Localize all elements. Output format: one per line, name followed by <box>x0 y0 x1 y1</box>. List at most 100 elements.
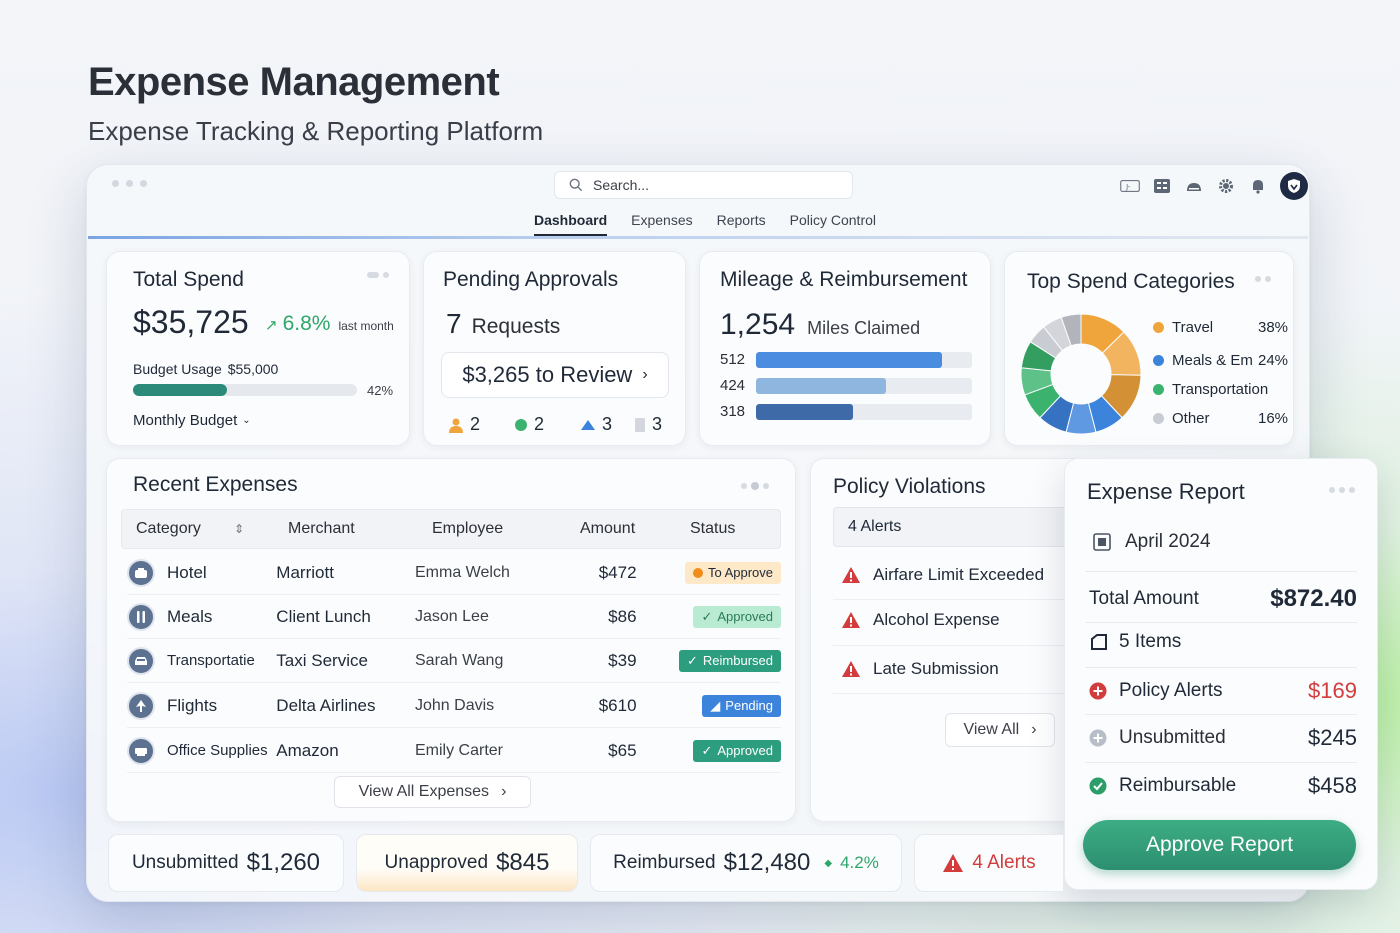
report-reimbursable[interactable]: Reimbursable $458 <box>1089 773 1357 799</box>
row-merchant: Client Lunch <box>276 606 371 626</box>
row-category: Flights <box>167 695 218 715</box>
total-spend-change: 6.8% <box>282 312 331 335</box>
window-controls[interactable] <box>112 180 147 187</box>
report-unsubmitted[interactable]: Unsubmitted $245 <box>1089 725 1357 751</box>
row-amount: $86 <box>608 606 637 626</box>
review-button[interactable]: $3,265 to Review › <box>441 352 669 398</box>
total-spend-menu[interactable] <box>367 272 389 278</box>
status-badge[interactable]: ◢ Pending <box>702 694 782 717</box>
row-merchant: Marriott <box>276 562 334 582</box>
tab-dashboard[interactable]: Dashboard <box>534 212 608 236</box>
categories-title: Top Spend Categories <box>1027 270 1235 293</box>
check-icon: ✓ <box>701 742 713 758</box>
plus-circle-icon <box>1089 729 1107 747</box>
chevron-right-icon: › <box>501 783 507 800</box>
gear-icon[interactable] <box>1216 176 1236 196</box>
box-icon <box>1091 634 1107 650</box>
table-row[interactable]: Flights Delta Airlines John Davis $610 ◢ Pend… <box>127 684 782 728</box>
bell-icon[interactable] <box>1248 176 1268 196</box>
counter-person: 2 <box>448 414 480 435</box>
plane-icon <box>127 691 155 720</box>
table-row[interactable]: Hotel Marriott Emma Welch $472 To Approve <box>127 551 782 595</box>
calendar-icon <box>1093 533 1111 551</box>
total-spend-title: Total Spend <box>133 268 244 291</box>
col-merchant[interactable]: Merchant <box>288 520 432 538</box>
pending-count-label: Requests <box>471 315 561 338</box>
page-title: Expense Management <box>88 60 500 104</box>
report-policy-alerts[interactable]: Policy Alerts $169 <box>1089 678 1357 704</box>
col-category[interactable]: Category <box>122 520 234 538</box>
stat-unsubmitted[interactable]: Unsubmitted $1,260 <box>108 834 344 892</box>
col-employee[interactable]: Employee <box>432 520 580 538</box>
budget-dropdown[interactable]: Monthly Budget ⌄ <box>133 412 251 429</box>
approve-report-button[interactable]: Approve Report <box>1083 820 1356 870</box>
row-employee: Jason Lee <box>415 607 489 625</box>
cloud-icon[interactable] <box>1184 176 1204 196</box>
status-badge[interactable]: ✓ Approved <box>693 605 782 628</box>
status-badge[interactable]: ✓ Approved <box>693 739 782 762</box>
grid-icon[interactable] <box>1152 176 1172 196</box>
row-amount: $39 <box>608 650 637 670</box>
categories-menu[interactable] <box>1255 276 1271 282</box>
page-subtitle: Expense Tracking & Reporting Platform <box>88 116 544 146</box>
mileage-bar-2: 424 <box>720 377 972 394</box>
violations-title: Policy Violations <box>833 475 986 498</box>
col-amount[interactable]: Amount <box>580 520 690 538</box>
budget-label: Budget Usage <box>133 361 222 377</box>
view-all-expenses-button[interactable]: View All Expenses › <box>334 776 531 808</box>
counter-triangle: 3 <box>580 414 612 435</box>
main-nav: Dashboard Expenses Reports Policy Contro… <box>534 212 876 236</box>
table-row[interactable]: Transportatie Taxi Service Sarah Wang $39 ✓ R… <box>127 639 782 683</box>
pending-title: Pending Approvals <box>443 268 619 291</box>
search-input[interactable]: Search... <box>554 171 853 199</box>
search-icon <box>569 178 583 192</box>
stat-alerts[interactable]: 4 Alerts <box>914 834 1064 892</box>
check-icon: ✓ <box>701 608 713 624</box>
violation-alcohol[interactable]: Alcohol Expense <box>841 610 1000 630</box>
tab-reports[interactable]: Reports <box>717 212 766 228</box>
report-total: Total Amount $872.40 <box>1089 585 1357 612</box>
violation-late[interactable]: Late Submission <box>841 659 999 679</box>
tab-policy-control[interactable]: Policy Control <box>790 212 876 228</box>
row-category: Hotel <box>167 562 207 582</box>
alerts-count: 4 Alerts <box>833 507 1073 547</box>
violation-airfare[interactable]: Airfare Limit Exceeded <box>841 565 1044 585</box>
printer-icon <box>127 736 155 765</box>
report-menu[interactable] <box>1329 487 1355 493</box>
col-status[interactable]: Status <box>690 520 735 538</box>
status-badge[interactable]: To Approve <box>684 561 782 584</box>
pending-icon: ◢ <box>710 697 721 713</box>
legend-travel: Travel 38% <box>1153 319 1288 336</box>
table-row[interactable]: Meals Client Lunch Jason Lee $86 ✓ Approved <box>127 595 782 639</box>
tab-expenses[interactable]: Expenses <box>631 212 692 228</box>
view-all-violations-button[interactable]: View All › <box>945 713 1055 747</box>
table-header: Category ⇕ Merchant Employee Amount Stat… <box>121 509 781 549</box>
mileage-bar-3: 318 <box>720 403 972 420</box>
mileage-bar-1: 512 <box>720 351 972 368</box>
row-amount: $65 <box>608 740 637 760</box>
warning-icon <box>842 567 860 583</box>
document-icon <box>635 417 645 432</box>
row-employee: John Davis <box>415 696 495 714</box>
circle-icon <box>515 418 527 431</box>
budget-percent: 42% <box>367 383 394 398</box>
budget-dropdown-label: Monthly Budget <box>133 412 238 429</box>
avatar[interactable] <box>1280 172 1308 200</box>
review-button-label: $3,265 to Review <box>462 362 633 387</box>
chevron-down-icon: ⌄ <box>242 415 251 426</box>
status-dot-icon <box>692 567 703 578</box>
recent-menu[interactable] <box>741 482 769 490</box>
sort-icon[interactable]: ⇕ <box>234 522 288 536</box>
keyboard-icon[interactable]: J- <box>1120 176 1140 196</box>
report-period[interactable]: April 2024 <box>1093 531 1211 553</box>
plus-circle-icon <box>1089 682 1107 700</box>
stat-unapproved[interactable]: Unapproved $845 <box>356 834 578 892</box>
status-badge[interactable]: ✓ Reimbursed <box>679 649 782 672</box>
table-row[interactable]: Office Supplies Amazon Emily Carter $65 ✓ App… <box>127 729 782 773</box>
svg-text:J-: J- <box>1125 183 1131 191</box>
toolbar: J- <box>1120 172 1308 200</box>
stat-reimbursed[interactable]: Reimbursed $12,480 ◆ 4.2% <box>590 834 902 892</box>
mileage-card: Mileage & Reimbursement 1,254 Miles Clai… <box>699 251 991 446</box>
report-items[interactable]: 5 Items <box>1089 631 1357 653</box>
total-spend-change-note: last month <box>338 319 394 333</box>
